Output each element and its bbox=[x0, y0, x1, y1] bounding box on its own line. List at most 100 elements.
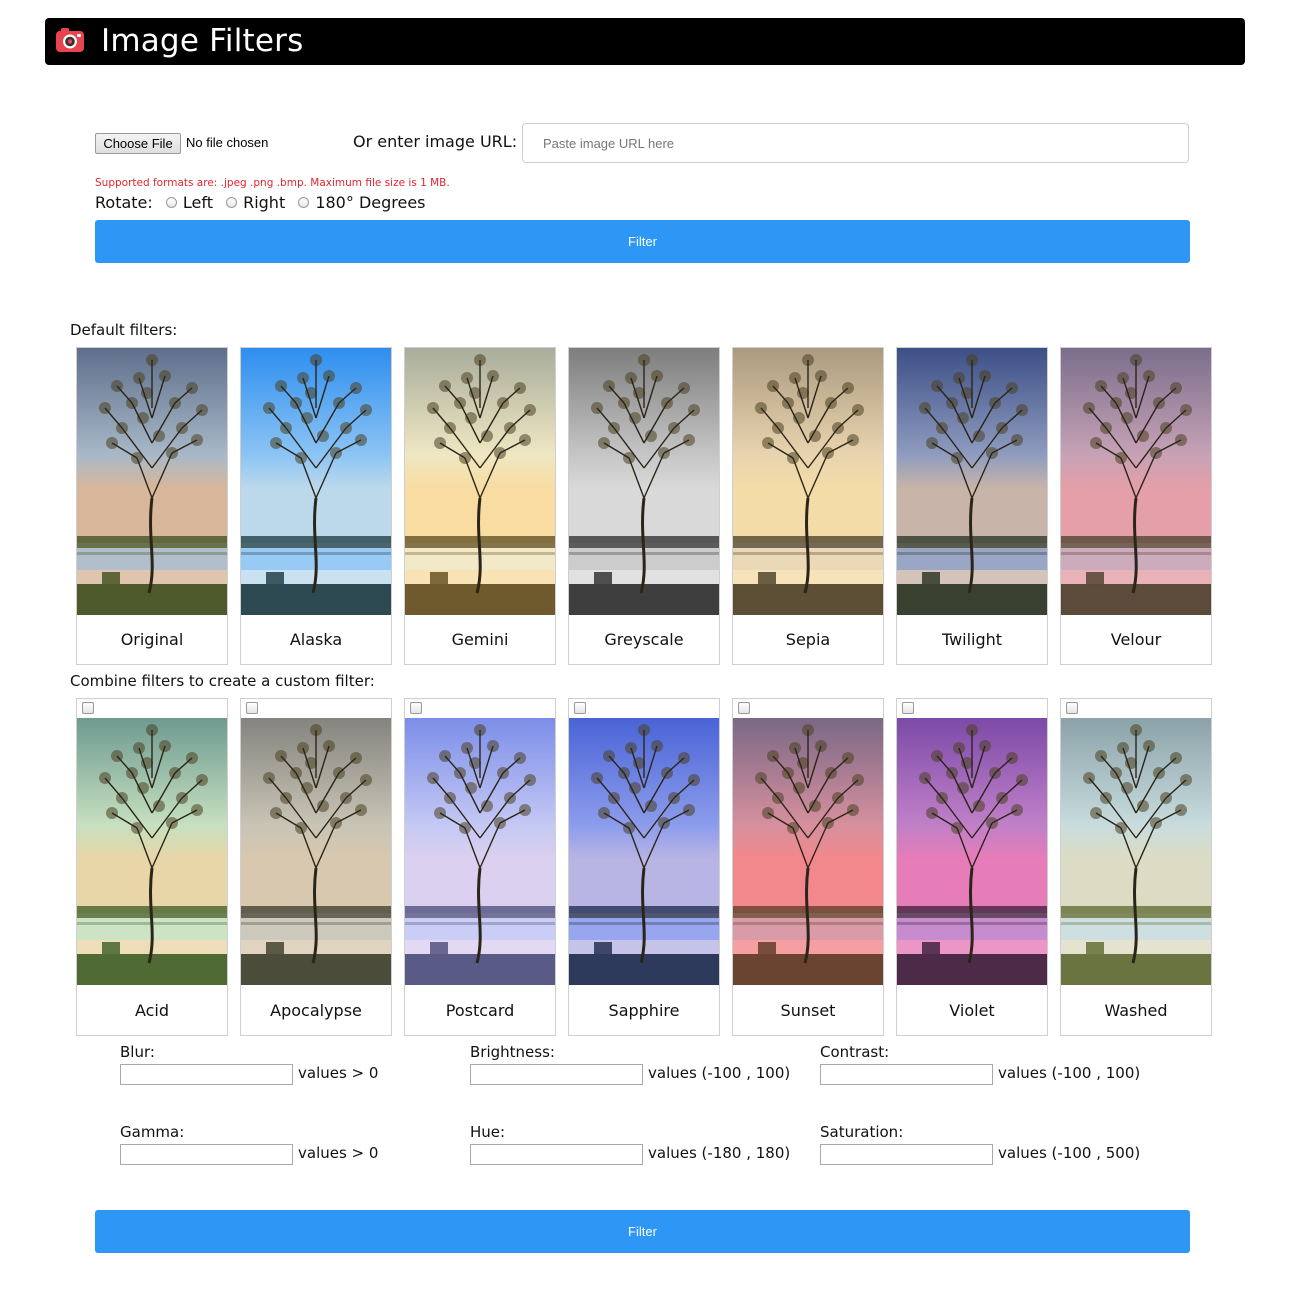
formats-note: Supported formats are: .jpeg .png .bmp. … bbox=[95, 177, 450, 189]
tree-photo bbox=[733, 718, 883, 985]
filter-name: Original bbox=[120, 630, 184, 649]
filter-name: Twilight bbox=[941, 630, 1003, 649]
custom-card-sunset[interactable]: Sunset bbox=[732, 698, 884, 1036]
brightness-label: Brightness: bbox=[470, 1043, 555, 1061]
sapphire-checkbox[interactable] bbox=[574, 702, 586, 714]
custom-card-violet[interactable]: Violet bbox=[896, 698, 1048, 1036]
tree-photo bbox=[77, 348, 227, 615]
gamma-input[interactable] bbox=[120, 1144, 293, 1165]
rotate-label: Rotate: bbox=[95, 193, 153, 212]
page-title: Image Filters bbox=[101, 23, 304, 59]
sunset-checkbox[interactable] bbox=[738, 702, 750, 714]
rotate-180-radio[interactable] bbox=[298, 197, 310, 208]
default-card-twilight[interactable]: Twilight bbox=[896, 347, 1048, 665]
acid-checkbox[interactable] bbox=[82, 702, 94, 714]
filter-preview[interactable] bbox=[733, 348, 883, 615]
gamma-label: Gamma: bbox=[120, 1123, 185, 1141]
blur-label: Blur: bbox=[120, 1043, 155, 1061]
brightness-range: values (-100 , 100) bbox=[648, 1064, 791, 1082]
image-url-input[interactable] bbox=[522, 123, 1189, 163]
default-card-alaska[interactable]: Alaska bbox=[240, 347, 392, 665]
blur-input[interactable] bbox=[120, 1064, 293, 1085]
tree-photo bbox=[1061, 718, 1211, 985]
filter-preview[interactable] bbox=[1061, 348, 1211, 615]
filter-name: Greyscale bbox=[604, 630, 684, 649]
rotate-options: Rotate: Left Right 180° Degrees bbox=[95, 192, 426, 212]
default-filters-label: Default filters: bbox=[70, 321, 178, 339]
tree-photo bbox=[569, 718, 719, 985]
rotate-180-label: 180° Degrees bbox=[315, 193, 426, 212]
contrast-input[interactable] bbox=[820, 1064, 993, 1085]
tree-photo bbox=[1061, 348, 1211, 615]
default-card-sepia[interactable]: Sepia bbox=[732, 347, 884, 665]
camera-icon bbox=[56, 28, 84, 52]
filter-name: Sepia bbox=[785, 630, 831, 649]
tree-photo bbox=[569, 348, 719, 615]
filter-name: Apocalypse bbox=[270, 1001, 362, 1020]
default-card-velour[interactable]: Velour bbox=[1060, 347, 1212, 665]
filter-preview[interactable] bbox=[77, 718, 227, 985]
tree-photo bbox=[241, 348, 391, 615]
rotate-left-label: Left bbox=[182, 193, 213, 212]
custom-card-washed[interactable]: Washed bbox=[1060, 698, 1212, 1036]
filter-preview[interactable] bbox=[241, 348, 391, 615]
gamma-range: values > 0 bbox=[298, 1144, 379, 1162]
app-header: Image Filters bbox=[45, 18, 1245, 65]
tree-photo bbox=[897, 718, 1047, 985]
filter-button-bottom[interactable]: Filter bbox=[95, 1210, 1190, 1253]
custom-card-sapphire[interactable]: Sapphire bbox=[568, 698, 720, 1036]
custom-card-postcard[interactable]: Postcard bbox=[404, 698, 556, 1036]
filter-name: Alaska bbox=[289, 630, 343, 649]
filter-preview[interactable] bbox=[569, 718, 719, 985]
filter-preview[interactable] bbox=[405, 718, 555, 985]
default-card-greyscale[interactable]: Greyscale bbox=[568, 347, 720, 665]
filter-preview[interactable] bbox=[897, 718, 1047, 985]
tree-photo bbox=[733, 348, 883, 615]
filter-preview[interactable] bbox=[1061, 718, 1211, 985]
custom-card-apocalypse[interactable]: Apocalypse bbox=[240, 698, 392, 1036]
rotate-right-label: Right bbox=[243, 193, 286, 212]
blur-range: values > 0 bbox=[298, 1064, 379, 1082]
contrast-range: values (-100 , 100) bbox=[998, 1064, 1141, 1082]
filter-name: Acid bbox=[134, 1001, 170, 1020]
filter-preview[interactable] bbox=[733, 718, 883, 985]
filter-preview[interactable] bbox=[897, 348, 1047, 615]
choose-file-button[interactable]: Choose File bbox=[95, 133, 181, 154]
default-card-gemini[interactable]: Gemini bbox=[404, 347, 556, 665]
filter-name: Washed bbox=[1104, 1001, 1168, 1020]
brightness-input[interactable] bbox=[470, 1064, 643, 1085]
rotate-right-radio[interactable] bbox=[226, 197, 238, 208]
saturation-range: values (-100 , 500) bbox=[998, 1144, 1141, 1162]
filter-button-top[interactable]: Filter bbox=[95, 220, 1190, 263]
filter-preview[interactable] bbox=[241, 718, 391, 985]
violet-checkbox[interactable] bbox=[902, 702, 914, 714]
washed-checkbox[interactable] bbox=[1066, 702, 1078, 714]
default-card-original[interactable]: Original bbox=[76, 347, 228, 665]
filter-preview[interactable] bbox=[77, 348, 227, 615]
saturation-input[interactable] bbox=[820, 1144, 993, 1165]
postcard-checkbox[interactable] bbox=[410, 702, 422, 714]
filter-preview[interactable] bbox=[569, 348, 719, 615]
tree-photo bbox=[405, 718, 555, 985]
hue-range: values (-180 , 180) bbox=[648, 1144, 791, 1162]
custom-card-acid[interactable]: Acid bbox=[76, 698, 228, 1036]
filter-name: Velour bbox=[1110, 630, 1162, 649]
file-status: No file chosen bbox=[186, 135, 269, 150]
filter-preview[interactable] bbox=[405, 348, 555, 615]
filter-name: Postcard bbox=[445, 1001, 515, 1020]
contrast-label: Contrast: bbox=[820, 1043, 890, 1061]
custom-filters-label: Combine filters to create a custom filte… bbox=[70, 672, 375, 690]
tree-photo bbox=[897, 348, 1047, 615]
rotate-left-radio[interactable] bbox=[165, 197, 177, 208]
apocalypse-checkbox[interactable] bbox=[246, 702, 258, 714]
filter-name: Gemini bbox=[451, 630, 509, 649]
tree-photo bbox=[77, 718, 227, 985]
tree-photo bbox=[241, 718, 391, 985]
hue-label: Hue: bbox=[470, 1123, 506, 1141]
saturation-label: Saturation: bbox=[820, 1123, 904, 1141]
filter-name: Sapphire bbox=[608, 1001, 680, 1020]
filter-name: Violet bbox=[949, 1001, 995, 1020]
url-label: Or enter image URL: bbox=[353, 132, 518, 151]
tree-photo bbox=[405, 348, 555, 615]
hue-input[interactable] bbox=[470, 1144, 643, 1165]
